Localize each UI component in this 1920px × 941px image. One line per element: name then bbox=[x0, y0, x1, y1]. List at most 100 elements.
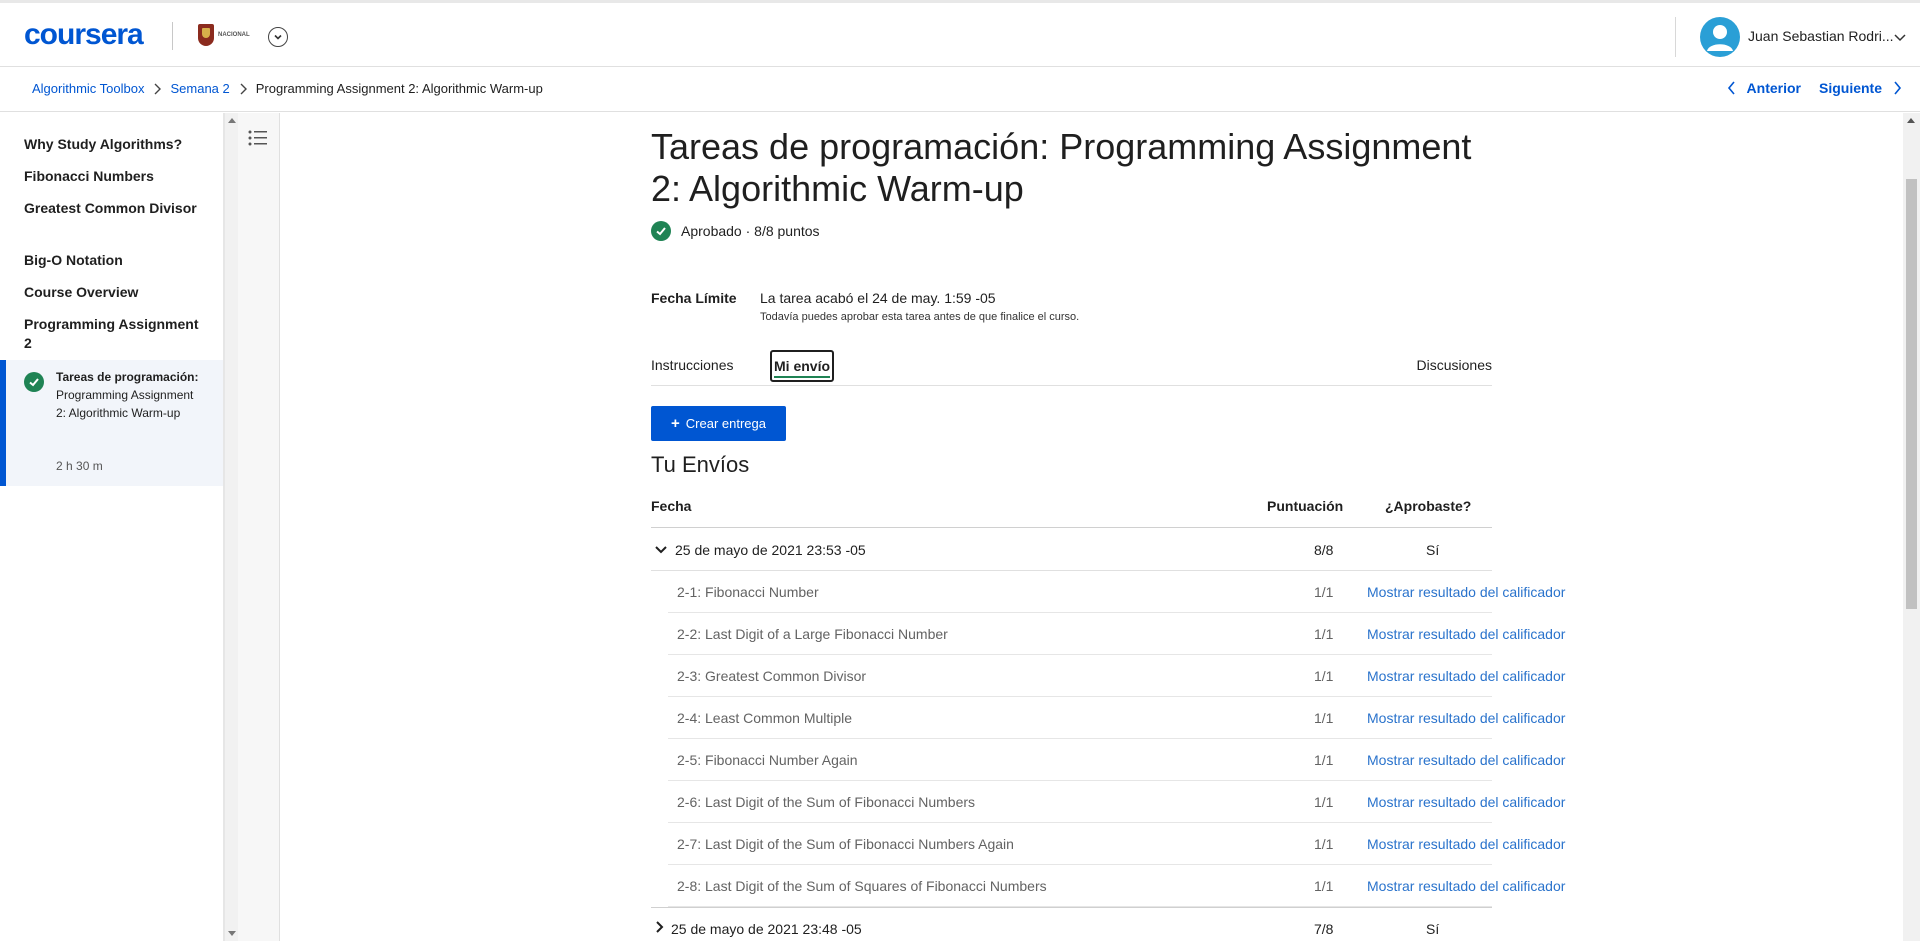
chevron-right-icon bbox=[152, 83, 162, 95]
table-row: 2-4: Least Common Multiple 1/1 Mostrar r… bbox=[668, 697, 1565, 739]
show-grader-output-link[interactable]: Mostrar resultado del calificador bbox=[1367, 794, 1565, 810]
top-header: coursera NACIONAL Juan Sebastian Rodri..… bbox=[0, 3, 1920, 67]
part-score: 1/1 bbox=[1314, 710, 1334, 726]
chevron-left-icon bbox=[1727, 81, 1735, 95]
due-date-note: Todavía puedes aprobar esta tarea antes … bbox=[760, 311, 1080, 323]
table-row: 2-8: Last Digit of the Sum of Squares of… bbox=[668, 865, 1565, 907]
tab-instructions[interactable]: Instrucciones bbox=[651, 357, 733, 373]
submission-row[interactable]: 25 de mayo de 2021 23:48 -05 7/8 Sí bbox=[651, 907, 1492, 941]
part-name: 2-7: Last Digit of the Sum of Fibonacci … bbox=[677, 836, 1014, 852]
header-divider bbox=[1675, 17, 1676, 57]
tab-my-submission[interactable]: Mi envío bbox=[770, 350, 835, 382]
submission-passed: Sí bbox=[1426, 921, 1440, 937]
tab-my-submission-label: Mi envío bbox=[774, 358, 831, 374]
sidebar-scrollbar[interactable] bbox=[224, 113, 238, 941]
part-score: 1/1 bbox=[1314, 668, 1334, 684]
part-score: 1/1 bbox=[1314, 794, 1334, 810]
sidebar-item-why-study-algorithms[interactable]: Why Study Algorithms? bbox=[24, 135, 204, 154]
chevron-right-icon bbox=[1894, 81, 1902, 95]
show-grader-output-link[interactable]: Mostrar resultado del calificador bbox=[1367, 752, 1565, 768]
passed-check-icon bbox=[651, 221, 671, 241]
part-score: 1/1 bbox=[1314, 836, 1334, 852]
scroll-up-arrow-icon[interactable] bbox=[228, 118, 236, 123]
completed-check-icon bbox=[24, 372, 44, 392]
university-dropdown-button[interactable] bbox=[268, 27, 288, 47]
tab-discussions[interactable]: Discusiones bbox=[1417, 357, 1492, 373]
submissions-heading: Tu Envíos bbox=[651, 452, 750, 477]
grade-status: Aprobado · 8/8 puntos bbox=[651, 221, 820, 241]
column-header-score: Puntuación bbox=[1267, 498, 1344, 514]
table-row: 2-7: Last Digit of the Sum of Fibonacci … bbox=[668, 823, 1565, 865]
submission-row[interactable]: 25 de mayo de 2021 23:53 -05 8/8 Sí bbox=[651, 529, 1492, 571]
sidebar-item-greatest-common-divisor[interactable]: Greatest Common Divisor bbox=[24, 199, 204, 218]
table-row: 2-5: Fibonacci Number Again 1/1 Mostrar … bbox=[668, 739, 1565, 781]
show-grader-output-link[interactable]: Mostrar resultado del calificador bbox=[1367, 668, 1565, 684]
chevron-down-icon[interactable] bbox=[654, 543, 668, 559]
coursera-logo[interactable]: coursera bbox=[24, 19, 144, 51]
part-name: 2-6: Last Digit of the Sum of Fibonacci … bbox=[677, 794, 976, 810]
user-avatar[interactable] bbox=[1700, 17, 1740, 57]
part-score: 1/1 bbox=[1314, 584, 1334, 600]
chevron-right-icon[interactable] bbox=[654, 920, 666, 937]
sidebar-item-course-overview[interactable]: Course Overview bbox=[24, 283, 204, 302]
plus-icon: + bbox=[671, 415, 680, 432]
breadcrumb: Algorithmic Toolbox Semana 2 Programming… bbox=[32, 81, 543, 96]
create-submission-label: Crear entrega bbox=[685, 416, 766, 431]
scroll-up-arrow-icon[interactable] bbox=[1907, 118, 1915, 123]
table-of-contents-toggle-column bbox=[238, 113, 280, 941]
chevron-down-icon bbox=[274, 34, 282, 40]
show-grader-output-link[interactable]: Mostrar resultado del calificador bbox=[1367, 878, 1565, 894]
show-grader-output-link[interactable]: Mostrar resultado del calificador bbox=[1367, 710, 1565, 726]
breadcrumb-course[interactable]: Algorithmic Toolbox bbox=[32, 81, 144, 96]
table-row: 2-6: Last Digit of the Sum of Fibonacci … bbox=[668, 781, 1565, 823]
show-grader-output-link[interactable]: Mostrar resultado del calificador bbox=[1367, 836, 1565, 852]
show-grader-output-link[interactable]: Mostrar resultado del calificador bbox=[1367, 584, 1565, 600]
part-name: 2-4: Least Common Multiple bbox=[677, 710, 853, 726]
submission-score: 7/8 bbox=[1314, 921, 1334, 937]
submissions-table-header: Fecha Puntuación ¿Aprobaste? bbox=[651, 492, 1492, 528]
create-submission-button[interactable]: + Crear entrega bbox=[651, 406, 786, 441]
submission-date: 25 de mayo de 2021 23:53 -05 bbox=[675, 542, 866, 558]
grade-status-text: Aprobado · 8/8 puntos bbox=[681, 223, 820, 239]
course-sidebar: Why Study Algorithms? Fibonacci Numbers … bbox=[0, 113, 224, 941]
submission-score: 8/8 bbox=[1314, 542, 1334, 558]
page-title: Tareas de programación: Programming Assi… bbox=[651, 126, 1472, 209]
chevron-right-icon bbox=[238, 83, 248, 95]
sidebar-active-type: Tareas de programación: bbox=[56, 370, 199, 384]
chevron-down-icon bbox=[1894, 34, 1906, 42]
user-name[interactable]: Juan Sebastian Rodri... bbox=[1748, 28, 1894, 44]
part-name: 2-1: Fibonacci Number bbox=[677, 584, 819, 600]
breadcrumb-week[interactable]: Semana 2 bbox=[170, 81, 229, 96]
university-logo[interactable]: NACIONAL bbox=[198, 23, 250, 47]
university-shield-icon bbox=[198, 24, 214, 46]
next-label: Siguiente bbox=[1818, 80, 1882, 96]
due-date-label: Fecha Límite bbox=[651, 290, 737, 306]
due-date-value: La tarea acabó el 24 de may. 1:59 -05 bbox=[760, 290, 996, 306]
show-grader-output-link[interactable]: Mostrar resultado del calificador bbox=[1367, 626, 1565, 642]
column-header-passed: ¿Aprobaste? bbox=[1385, 498, 1472, 514]
sidebar-item-active-assignment[interactable]: Tareas de programación: Programming Assi… bbox=[0, 360, 223, 486]
table-row: 2-3: Greatest Common Divisor 1/1 Mostrar… bbox=[668, 655, 1565, 697]
university-name: NACIONAL bbox=[218, 31, 250, 38]
sidebar-active-duration: 2 h 30 m bbox=[56, 459, 103, 473]
part-score: 1/1 bbox=[1314, 626, 1334, 642]
user-menu-dropdown[interactable] bbox=[1893, 31, 1907, 49]
table-row: 2-2: Last Digit of a Large Fibonacci Num… bbox=[668, 613, 1565, 655]
scroll-down-arrow-icon[interactable] bbox=[228, 931, 236, 936]
sidebar-item-programming-assignment-2[interactable]: Programming Assignment 2 bbox=[24, 315, 204, 353]
logo-divider bbox=[172, 22, 173, 50]
previous-button[interactable]: Anterior bbox=[1727, 80, 1801, 96]
breadcrumb-current: Programming Assignment 2: Algorithmic Wa… bbox=[255, 81, 543, 96]
assignment-tabs: Instrucciones Mi envío Discusiones bbox=[651, 349, 1492, 386]
column-header-date: Fecha bbox=[651, 498, 692, 514]
scrollbar-thumb[interactable] bbox=[1906, 179, 1917, 609]
sidebar-item-fibonacci-numbers[interactable]: Fibonacci Numbers bbox=[24, 167, 204, 186]
next-button[interactable]: Siguiente bbox=[1819, 80, 1902, 96]
page-scrollbar[interactable] bbox=[1903, 113, 1920, 941]
part-name: 2-5: Fibonacci Number Again bbox=[677, 752, 858, 768]
sidebar-item-big-o-notation[interactable]: Big-O Notation bbox=[24, 251, 204, 270]
item-navigation: Anterior Siguiente bbox=[1727, 80, 1902, 96]
part-score: 1/1 bbox=[1314, 878, 1334, 894]
list-toggle-icon[interactable] bbox=[248, 129, 268, 152]
active-tab-indicator bbox=[774, 376, 831, 378]
